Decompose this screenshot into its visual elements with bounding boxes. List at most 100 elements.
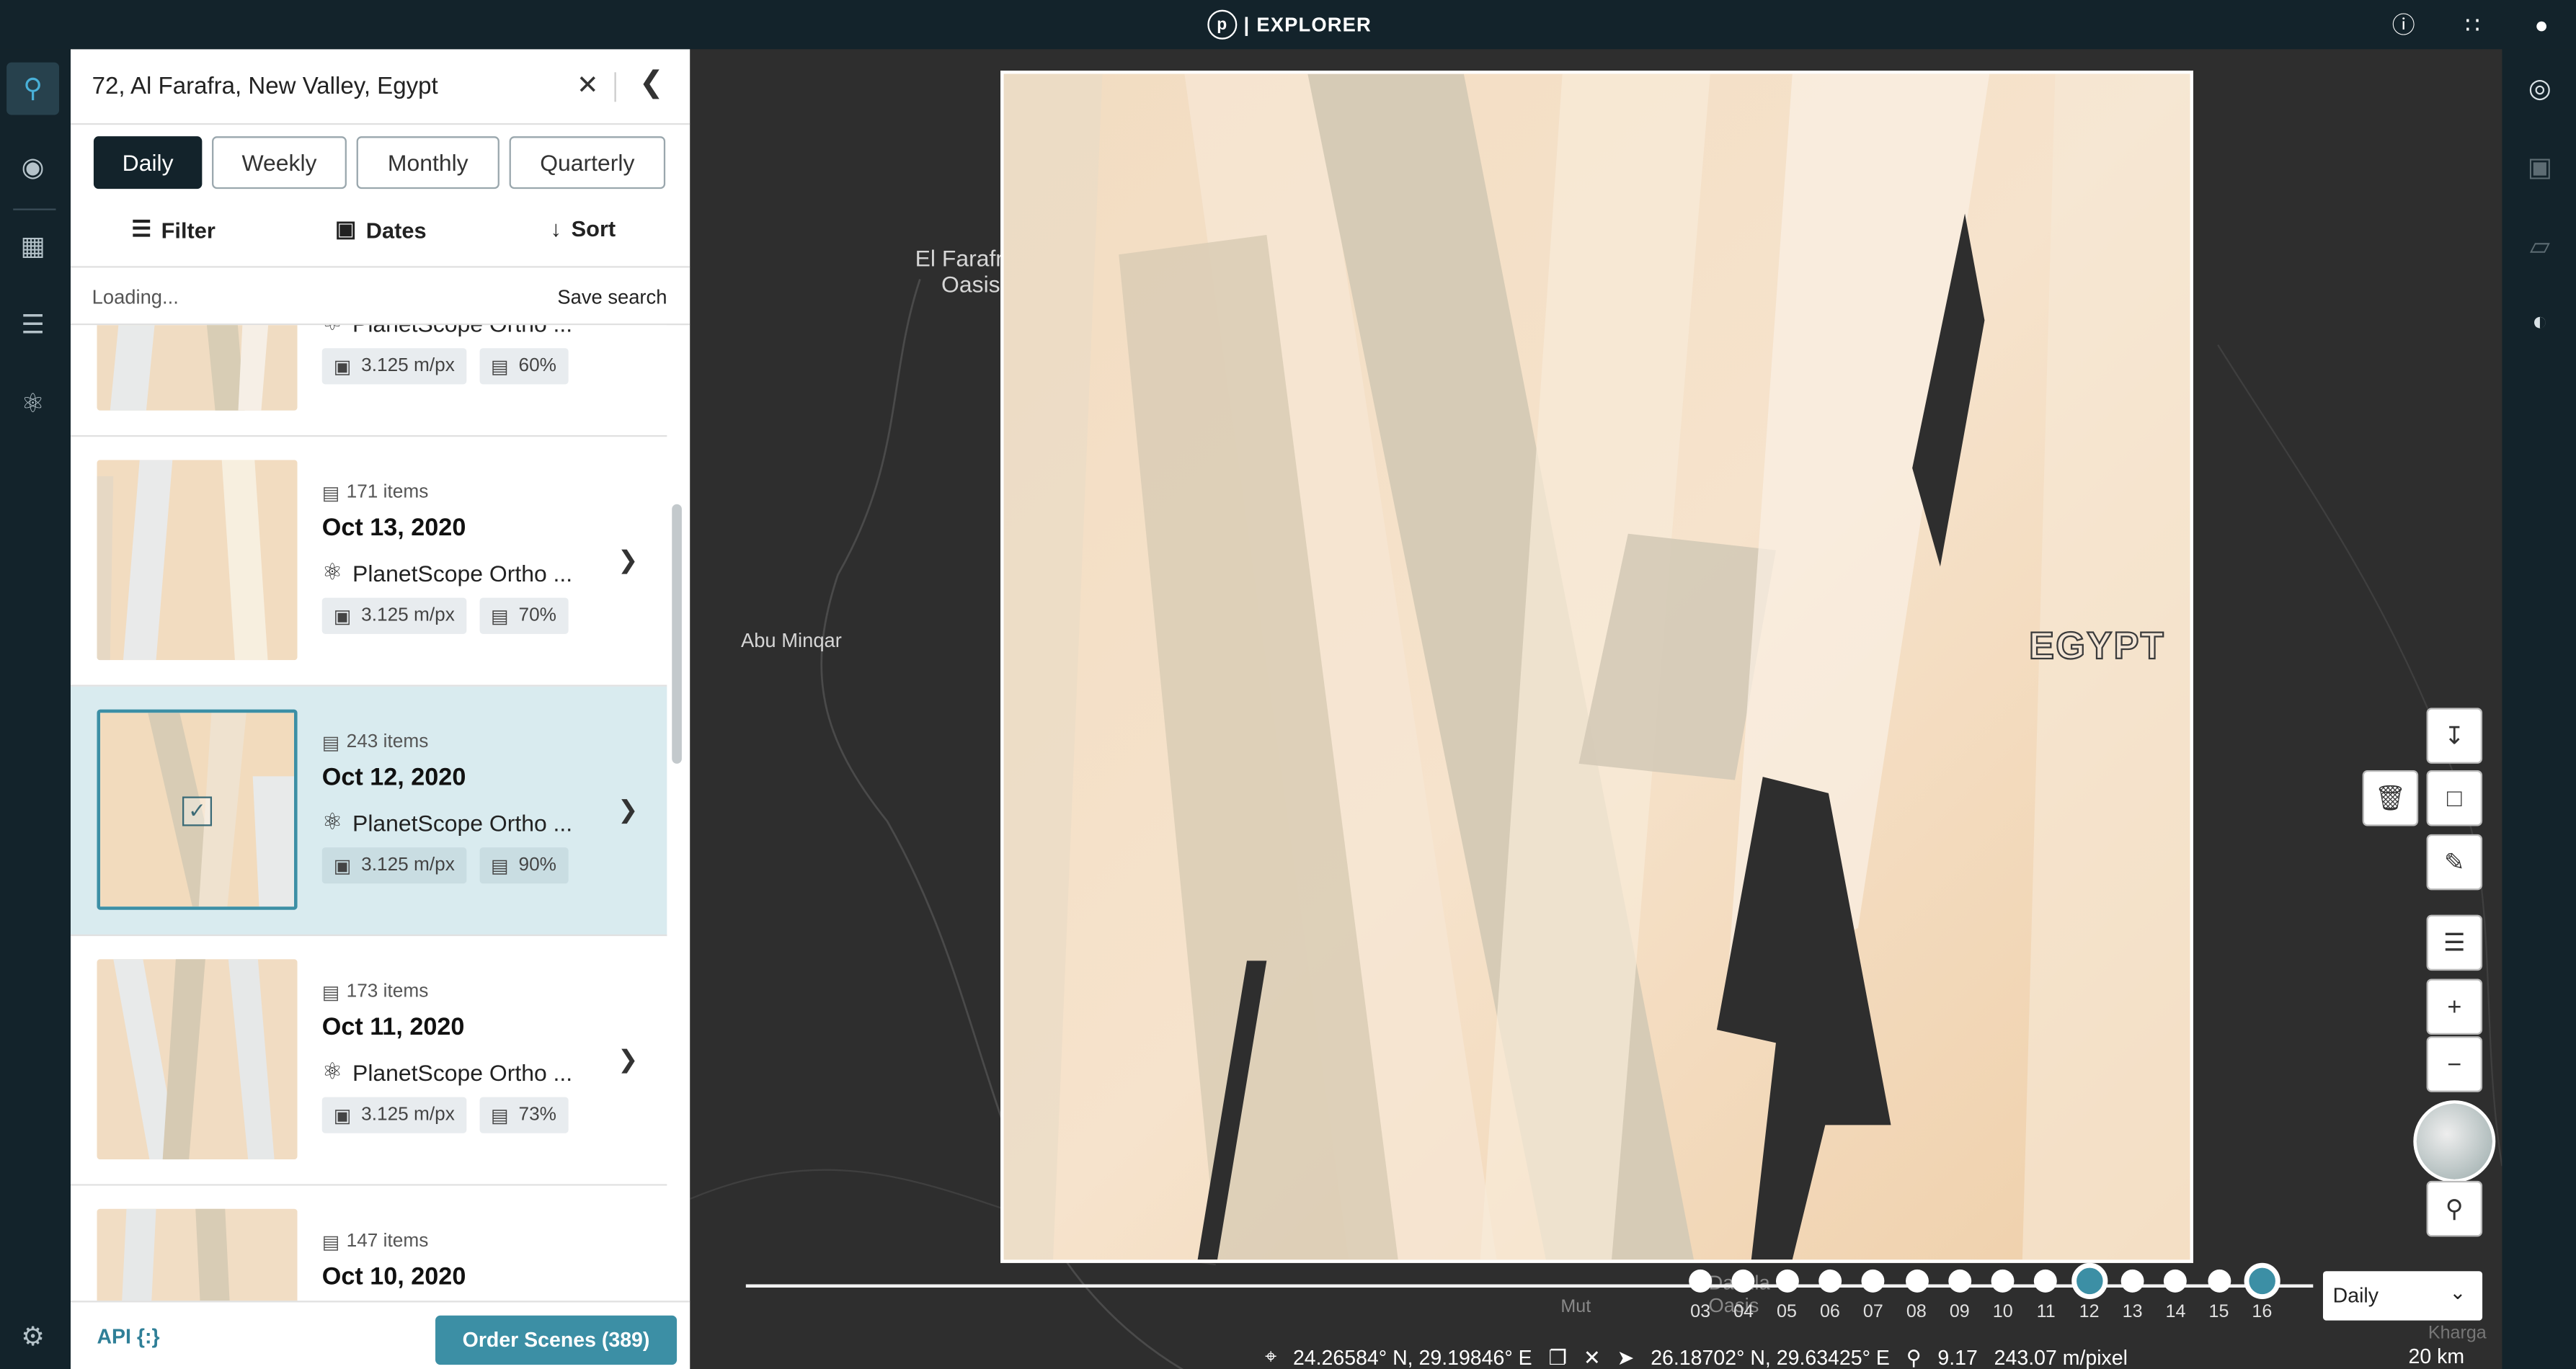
sliders-icon: ☰ — [131, 216, 151, 242]
measure-ruler-button[interactable]: ✎ — [2426, 834, 2483, 891]
user-account-icon[interactable]: ● — [2507, 12, 2576, 37]
compare-icon[interactable]: ◎ — [2522, 72, 2558, 105]
timeline-day-label: 13 — [2122, 1302, 2143, 1322]
collapse-panel-icon[interactable]: ❮ — [639, 66, 664, 100]
chevron-right-icon[interactable]: ❯ — [618, 795, 639, 824]
result-card[interactable]: ▤ 147 items Oct 10, 2020 — [71, 1185, 667, 1303]
orders-list-icon[interactable]: ☰ — [6, 299, 59, 352]
timeline-day-dot[interactable] — [2244, 1262, 2280, 1299]
period-tab-daily[interactable]: Daily — [93, 136, 203, 189]
location-pin-icon[interactable]: ◉ — [6, 141, 59, 194]
filter-button[interactable]: ☰ Filter — [131, 217, 216, 243]
timeline-day-dot[interactable] — [1904, 1269, 1928, 1293]
timeline-day-dot[interactable] — [1947, 1269, 1971, 1293]
settings-gear-icon[interactable]: ⚙ — [6, 1311, 59, 1363]
product-label: PlanetScope Ortho ... — [352, 559, 573, 586]
coverage-hatch-icon: ▤ — [491, 607, 509, 628]
period-tab-monthly[interactable]: Monthly — [356, 136, 499, 189]
crosshair-icon: ⌖ — [1265, 1345, 1277, 1368]
satellite-icon: ⚛ — [321, 1057, 343, 1084]
timeline-day-dot[interactable] — [1775, 1269, 1798, 1293]
period-tab-quarterly[interactable]: Quarterly — [509, 136, 666, 189]
left-nav-rail: ⚲ ◉ ▦ ☰ ⚛ ⚙ — [0, 49, 71, 1369]
resolution-value: 3.125 m/px — [361, 356, 455, 376]
scene-badges: ▣ 3.125 m/px ▤ 60% — [321, 348, 568, 385]
timeline-day-dot[interactable] — [2207, 1269, 2231, 1293]
sort-button[interactable]: ↓ Sort — [551, 217, 616, 241]
dates-button[interactable]: ▣ Dates — [335, 217, 427, 243]
resolution-badge: ▣ 3.125 m/px — [321, 1097, 466, 1133]
search-bar: ✕ ❮ — [71, 49, 690, 125]
copy-icon[interactable]: ❐ — [1548, 1345, 1567, 1369]
items-count: ▤ 173 items — [322, 981, 429, 1004]
result-card[interactable]: ▤ 171 items Oct 13, 2020 ⚛ PlanetScope Ort… — [71, 437, 667, 687]
resolution-value: 3.125 m/px — [361, 1105, 455, 1125]
globe-view-icon[interactable] — [2413, 1100, 2496, 1183]
zoom-out-button[interactable]: − — [2426, 1036, 2483, 1092]
timeline-day-label: 14 — [2165, 1302, 2186, 1322]
imagery-footprint[interactable] — [1000, 71, 2193, 1263]
coverage-hatch-icon: ▤ — [491, 357, 509, 378]
result-card[interactable]: ▤ 173 items Oct 11, 2020 ⚛ PlanetScope Ort… — [71, 936, 667, 1186]
delete-aoi-button[interactable]: 🗑 — [2362, 770, 2419, 826]
api-link[interactable]: API {:} — [97, 1325, 159, 1348]
search-icon[interactable]: ⚲ — [6, 62, 60, 115]
results-scrollbar[interactable] — [672, 504, 682, 764]
order-scenes-button[interactable]: Order Scenes (389) — [435, 1315, 678, 1365]
status-bar: ⌖ 24.26584° N, 29.19846° E ❐ ✕ ➤ 26.1870… — [1265, 1345, 2128, 1369]
stack-icon: ▤ — [321, 484, 340, 504]
selected-checkbox[interactable]: ✓ — [182, 796, 213, 826]
zoom-magnifier-icon: ⚲ — [1906, 1347, 1922, 1369]
select-area-button[interactable]: □ — [2426, 770, 2483, 826]
download-button[interactable]: ↧ — [2426, 708, 2483, 764]
save-search-button[interactable]: Save search — [557, 286, 667, 309]
map-view[interactable]: El Farafra Oasis Abu Minqar Dakhla Oasis… — [690, 49, 2502, 1369]
timeline-day-label: 09 — [1949, 1302, 1970, 1322]
result-card[interactable]: ✓ ▤ 243 items Oct 12, 2020 ⚛ PlanetScope O… — [71, 686, 667, 937]
timeline-day-dot[interactable] — [1818, 1269, 1842, 1293]
satellite-icon: ⚛ — [322, 325, 343, 336]
count-value: 147 items — [346, 1231, 429, 1252]
search-input[interactable] — [92, 68, 569, 105]
scene-thumbnail: ✓ — [97, 709, 298, 910]
scene-thumbnail — [97, 460, 298, 661]
clear-search-icon[interactable]: ✕ — [577, 69, 599, 102]
add-image-icon[interactable]: ▣ — [2522, 151, 2558, 184]
chart-icon[interactable]: ▱ — [2522, 230, 2558, 263]
timeline-day-dot[interactable] — [2071, 1262, 2108, 1299]
period-tabs: Daily Weekly Monthly Quarterly — [93, 136, 666, 189]
resolution-icon: ▣ — [333, 1107, 352, 1127]
timeline-day-dot[interactable] — [1991, 1269, 2015, 1293]
timeline-interval-select[interactable]: Daily ⌄ — [2322, 1271, 2483, 1321]
zoom-to-fit-button[interactable]: ⚲ — [2426, 1180, 2483, 1237]
zoom-level: 9.17 — [1937, 1345, 1978, 1369]
contrast-icon[interactable]: ◐ — [2522, 309, 2558, 339]
chevron-right-icon[interactable]: ❯ — [618, 1045, 639, 1074]
resolution-badge: ▣ 3.125 m/px — [321, 348, 466, 385]
chevron-down-icon: ⌄ — [2449, 1280, 2466, 1304]
zoom-in-button[interactable]: + — [2426, 978, 2483, 1035]
coverage-hatch-icon: ▤ — [491, 1107, 509, 1127]
resolution-icon: ▣ — [333, 857, 352, 878]
satellite-icon[interactable]: ⚛ — [6, 378, 59, 430]
period-tab-weekly[interactable]: Weekly — [212, 136, 347, 189]
resolution-icon: ▣ — [333, 607, 352, 628]
apps-grid-icon[interactable]: ∷ — [2438, 11, 2508, 39]
count-value: 173 items — [346, 982, 429, 1002]
map-label-kharga: Kharga — [2428, 1324, 2487, 1344]
chevron-right-icon[interactable]: ❯ — [618, 545, 639, 575]
help-icon[interactable]: ⓘ — [2369, 8, 2438, 41]
scene-date: Oct 11, 2020 — [321, 1013, 465, 1042]
product-label: PlanetScope Ortho ... — [352, 1058, 573, 1085]
timeline-day-label: 11 — [2036, 1302, 2056, 1322]
results-status-row: Loading... Save search — [71, 266, 690, 326]
result-card[interactable]: ⚛ PlanetScope Ortho ... ▣ 3.125 m/px ▤ 60% — [71, 325, 667, 437]
timeline-day-label: 08 — [1906, 1302, 1927, 1322]
map-label-oasis: Oasis — [941, 271, 1000, 298]
layers-button[interactable]: ☰ — [2426, 914, 2483, 971]
close-icon[interactable]: ✕ — [1584, 1345, 1601, 1369]
timeline-day-dot[interactable] — [2120, 1269, 2144, 1293]
loading-text: Loading... — [92, 285, 179, 309]
map-areas-icon[interactable]: ▦ — [6, 220, 59, 272]
timeline-day-dot[interactable] — [1689, 1269, 1713, 1293]
